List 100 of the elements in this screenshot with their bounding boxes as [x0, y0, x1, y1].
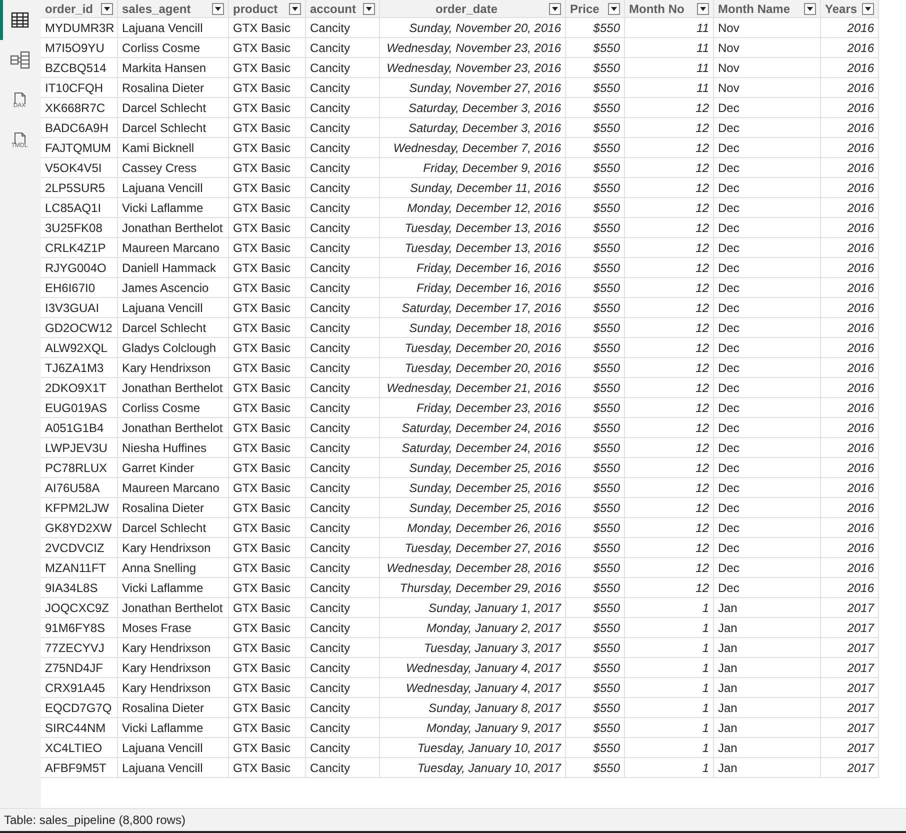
column-title: Month Name: [718, 0, 790, 18]
table-cell: GTX Basic: [229, 198, 306, 218]
table-cell: Cancity: [306, 458, 380, 478]
table-cell: Kary Hendrixson: [118, 678, 229, 698]
table-cell: GTX Basic: [229, 538, 306, 558]
table-cell: $550: [566, 698, 625, 718]
table-cell: Cancity: [306, 378, 380, 398]
table-icon: [10, 12, 28, 28]
table-cell: 1: [625, 618, 714, 638]
table-cell: Dec: [714, 358, 821, 378]
table-cell: Rosalina Dieter: [118, 498, 229, 518]
table-cell: AFBF9M5T: [41, 758, 118, 778]
caret-icon: [292, 6, 298, 10]
table-cell: MYDUMR3R: [41, 18, 118, 38]
table-cell: Jan: [714, 718, 821, 738]
table-cell: 77ZECYVJ: [41, 638, 118, 658]
column-title: Years: [825, 0, 858, 18]
table-cell: V5OK4V5I: [41, 158, 118, 178]
table-cell: Dec: [714, 418, 821, 438]
caret-icon: [611, 6, 617, 10]
filter-dropdown[interactable]: [804, 2, 816, 14]
table-cell: Jan: [714, 758, 821, 778]
table-cell: Tuesday, December 20, 2016: [380, 338, 566, 358]
table-cell: Tuesday, December 20, 2016: [380, 358, 566, 378]
table-cell: Jan: [714, 698, 821, 718]
table-cell: Jan: [714, 658, 821, 678]
table-cell: 12: [625, 198, 714, 218]
filter-dropdown[interactable]: [549, 2, 561, 14]
table-cell: Dec: [714, 318, 821, 338]
table-cell: 12: [625, 338, 714, 358]
filter-dropdown[interactable]: [212, 2, 224, 14]
table-cell: Cancity: [306, 158, 380, 178]
column-header[interactable]: Price: [566, 0, 625, 18]
filter-dropdown[interactable]: [101, 2, 113, 14]
filter-dropdown[interactable]: [363, 2, 375, 14]
table-cell: Markita Hansen: [118, 58, 229, 78]
table-cell: Nov: [714, 18, 821, 38]
table-cell: 12: [625, 378, 714, 398]
table-cell: $550: [566, 518, 625, 538]
table-cell: $550: [566, 178, 625, 198]
table-cell: Tuesday, January 3, 2017: [380, 638, 566, 658]
table-cell: GTX Basic: [229, 558, 306, 578]
column-header[interactable]: product: [229, 0, 306, 18]
table-cell: 1: [625, 698, 714, 718]
table-cell: Friday, December 9, 2016: [380, 158, 566, 178]
table-cell: Cancity: [306, 18, 380, 38]
table-cell: Sunday, November 20, 2016: [380, 18, 566, 38]
table-cell: Cancity: [306, 498, 380, 518]
table-cell: GTX Basic: [229, 638, 306, 658]
filter-dropdown[interactable]: [697, 2, 709, 14]
table-cell: Cancity: [306, 578, 380, 598]
table-cell: Cancity: [306, 638, 380, 658]
table-cell: Cancity: [306, 318, 380, 338]
table-cell: Cancity: [306, 198, 380, 218]
table-cell: Sunday, December 25, 2016: [380, 498, 566, 518]
table-cell: GTX Basic: [229, 158, 306, 178]
table-cell: Cancity: [306, 138, 380, 158]
table-cell: Maureen Marcano: [118, 478, 229, 498]
table-cell: GTX Basic: [229, 658, 306, 678]
table-cell: Garret Kinder: [118, 458, 229, 478]
column-header[interactable]: order_id: [41, 0, 118, 18]
table-cell: $550: [566, 678, 625, 698]
caret-icon: [104, 6, 110, 10]
caret-icon: [215, 6, 221, 10]
table-cell: 12: [625, 578, 714, 598]
table-cell: GTX Basic: [229, 278, 306, 298]
caret-icon: [366, 6, 372, 10]
table-cell: Dec: [714, 438, 821, 458]
table-cell: Friday, December 16, 2016: [380, 278, 566, 298]
table-cell: Moses Frase: [118, 618, 229, 638]
table-cell: Darcel Schlecht: [118, 518, 229, 538]
table-cell: 12: [625, 518, 714, 538]
column-header[interactable]: sales_agent: [118, 0, 229, 18]
column-header[interactable]: order_date: [380, 0, 566, 18]
table-cell: GTX Basic: [229, 458, 306, 478]
table-cell: Dec: [714, 218, 821, 238]
column-header[interactable]: account: [306, 0, 380, 18]
table-cell: $550: [566, 618, 625, 638]
table-cell: GTX Basic: [229, 178, 306, 198]
table-cell: $550: [566, 398, 625, 418]
table-cell: Saturday, December 3, 2016: [380, 98, 566, 118]
table-cell: Sunday, December 18, 2016: [380, 318, 566, 338]
filter-dropdown[interactable]: [862, 2, 874, 14]
table-cell: Friday, December 23, 2016: [380, 398, 566, 418]
filter-dropdown[interactable]: [289, 2, 301, 14]
column-header[interactable]: Years: [821, 0, 879, 18]
table-cell: GTX Basic: [229, 698, 306, 718]
column-header[interactable]: Month Name: [714, 0, 821, 18]
column-header[interactable]: Month No: [625, 0, 714, 18]
table-cell: 1: [625, 738, 714, 758]
table-cell: LWPJEV3U: [41, 438, 118, 458]
column-title: order_date: [434, 0, 499, 18]
table-cell: GTX Basic: [229, 298, 306, 318]
table-cell: PC78RLUX: [41, 458, 118, 478]
filter-dropdown[interactable]: [608, 2, 620, 14]
table-cell: Kary Hendrixson: [118, 658, 229, 678]
table-cell: Cancity: [306, 678, 380, 698]
table-cell: $550: [566, 298, 625, 318]
table-cell: $550: [566, 258, 625, 278]
table-cell: XC4LTIEO: [41, 738, 118, 758]
